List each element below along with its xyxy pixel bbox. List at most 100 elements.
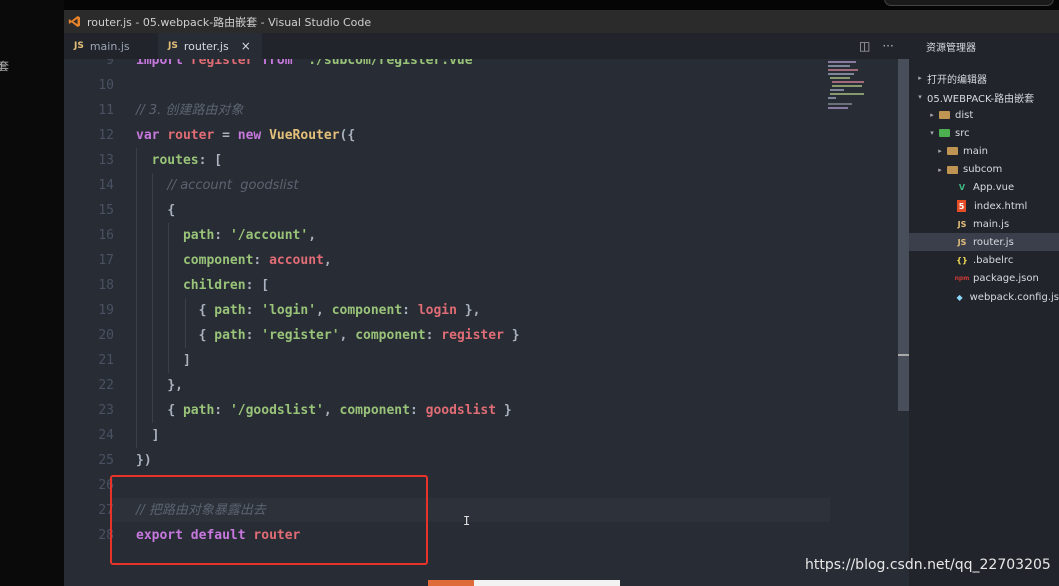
code-line: 20 { path: 'register', component: regist… <box>64 323 909 348</box>
code-text: }, <box>167 378 183 393</box>
line-number: 16 <box>98 228 114 243</box>
close-icon[interactable]: × <box>241 39 251 53</box>
project-section[interactable]: ▾ 05.WEBPACK-路由嵌套 <box>909 88 1059 106</box>
vscode-logo-icon <box>67 15 81 29</box>
open-editors-section[interactable]: ▸ 打开的编辑器 <box>909 69 1059 87</box>
editor-tab-bar: JS main.js JS router.js × <box>64 33 909 59</box>
left-text-fragment: 套 <box>0 60 9 73</box>
code-line: 24 ] <box>64 423 909 448</box>
code-text: children: [ <box>182 278 270 293</box>
code-line: 16 path: '/account', <box>64 223 909 248</box>
folder-icon <box>945 164 959 176</box>
minimap[interactable] <box>828 61 888 121</box>
file-tree-label: .babelrc <box>973 255 1014 267</box>
file-tree-item[interactable]: ▸ subcom <box>909 161 1059 179</box>
code-text: { path: 'register', component: register … <box>198 328 520 343</box>
vue-icon: V <box>958 183 966 193</box>
vertical-scrollbar[interactable] <box>898 59 909 411</box>
text-cursor-icon: I <box>463 514 471 528</box>
code-text: routes: [ <box>151 153 223 168</box>
code-text: { <box>167 203 176 218</box>
npm-icon: npm <box>954 275 970 283</box>
file-tree-label: dist <box>955 109 974 121</box>
code-line: 23 { path: '/goodslist', component: good… <box>64 398 909 423</box>
file-tree-item[interactable]: 5 index.html <box>909 197 1059 215</box>
src-folder-icon <box>937 127 951 139</box>
more-actions-icon[interactable]: ··· <box>882 39 893 53</box>
code-line: 15 { <box>64 198 909 223</box>
js-icon: JS <box>74 41 84 51</box>
file-tree-label: router.js <box>973 236 1014 248</box>
code-line: 9 import register from './subcom/register… <box>64 59 909 73</box>
html5-icon: 5 <box>957 200 966 212</box>
line-number: 24 <box>98 428 114 443</box>
file-tree-item[interactable]: ▾ src <box>909 124 1059 142</box>
open-editors-label: 打开的编辑器 <box>927 74 987 86</box>
code-text: // account goodslist <box>167 178 299 193</box>
js-icon: JS <box>957 237 967 247</box>
bottom-overlay-bar <box>428 580 620 586</box>
code-line: 19 { path: 'login', component: login }, <box>64 298 909 323</box>
js-icon: JS <box>957 219 967 229</box>
top-search-pill <box>884 0 1054 6</box>
file-tree-label: index.html <box>974 200 1028 212</box>
code-text: var router = new VueRouter({ <box>136 128 356 143</box>
file-tree-label: App.vue <box>973 182 1015 194</box>
chevron-down-icon: ▾ <box>918 93 922 101</box>
chevron-right-icon: ▸ <box>930 111 934 119</box>
code-text: { path: 'login', component: login }, <box>198 303 481 318</box>
babel-icon: {} <box>956 256 968 266</box>
chevron-down-icon: ▾ <box>930 129 934 138</box>
file-tree-item[interactable]: ▸ main <box>909 142 1059 160</box>
line-number: 9 <box>106 59 114 68</box>
chevron-right-icon: ▸ <box>918 74 922 82</box>
line-number: 26 <box>98 478 114 493</box>
file-tree-label: main <box>963 145 988 157</box>
line-number: 23 <box>98 403 114 418</box>
code-text: { path: '/goodslist', component: goodsli… <box>167 403 512 418</box>
code-line: 13 routes: [ <box>64 148 909 173</box>
left-dark-strip: 套 <box>0 0 64 586</box>
file-tree-label: webpack.config.js <box>969 291 1059 303</box>
line-number: 27 <box>98 503 114 518</box>
code-editor[interactable]: 9 import register from './subcom/register… <box>64 59 909 586</box>
line-number: 13 <box>98 153 114 168</box>
file-tree-item[interactable]: JS main.js <box>909 215 1059 233</box>
file-tree-item[interactable]: JS router.js <box>909 233 1059 252</box>
window-title: router.js - 05.webpack-路由嵌套 - Visual Stu… <box>87 15 372 29</box>
code-text: ] <box>182 353 191 368</box>
line-number: 11 <box>98 103 114 118</box>
tab-router-js[interactable]: JS router.js × <box>158 33 262 59</box>
title-bar: router.js - 05.webpack-路由嵌套 - Visual Stu… <box>64 10 1059 33</box>
tab-main-js[interactable]: JS main.js <box>64 33 158 59</box>
watermark-text: https://blog.csdn.net/qq_22703205 <box>805 557 1051 573</box>
tab-label: router.js <box>183 39 229 53</box>
line-number: 12 <box>98 128 114 143</box>
line-number: 22 <box>98 378 114 393</box>
file-tree-item[interactable]: npm package.json <box>909 270 1059 288</box>
file-tree-label: src <box>955 127 970 139</box>
scrollbar-position-mark <box>898 354 909 356</box>
code-text: ] <box>151 428 160 443</box>
code-text: // 3. 创建路由对象 <box>136 103 244 118</box>
code-line: 14 // account goodslist <box>64 173 909 198</box>
file-tree-item[interactable]: ▸ dist <box>909 106 1059 124</box>
file-tree-item[interactable]: {} .babelrc <box>909 252 1059 270</box>
split-editor-icon[interactable]: ◫ <box>859 39 870 53</box>
code-line: 12 var router = new VueRouter({ <box>64 123 909 148</box>
line-number: 18 <box>98 278 114 293</box>
code-text: path: '/account', <box>182 228 317 243</box>
line-number: 17 <box>98 253 114 268</box>
line-number: 14 <box>98 178 114 193</box>
file-tree-item[interactable]: V App.vue <box>909 179 1059 197</box>
file-tree-label: main.js <box>973 218 1010 230</box>
file-tree-label: subcom <box>963 164 1003 176</box>
vscode-window: router.js - 05.webpack-路由嵌套 - Visual Stu… <box>64 10 1059 586</box>
bottom-overlay-accent <box>428 580 474 586</box>
line-number: 28 <box>98 528 114 543</box>
chevron-right-icon: ▸ <box>938 165 942 174</box>
file-tree-item[interactable]: ◆ webpack.config.js <box>909 288 1059 306</box>
code-line: 25}) <box>64 448 909 473</box>
line-number: 20 <box>98 328 114 343</box>
chevron-right-icon: ▸ <box>938 147 942 156</box>
